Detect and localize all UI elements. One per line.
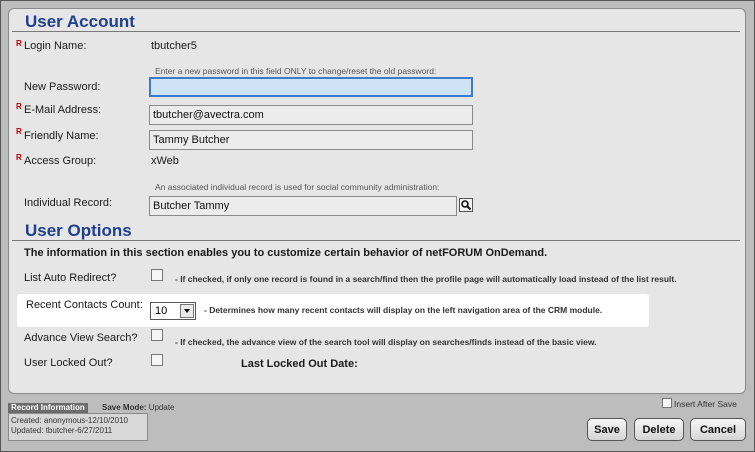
- recent-contacts-label: Recent Contacts Count:: [26, 299, 143, 311]
- save-mode-label: Save Mode:: [102, 403, 147, 412]
- user-account-title: User Account: [25, 12, 135, 31]
- section-divider: [12, 240, 740, 241]
- insert-after-save[interactable]: Insert After Save: [662, 398, 737, 409]
- save-button[interactable]: Save: [587, 418, 627, 441]
- individual-record-input[interactable]: Butcher Tammy: [149, 196, 457, 216]
- last-locked-out-label: Last Locked Out Date:: [241, 358, 358, 370]
- login-name-label: Login Name:: [24, 40, 87, 52]
- email-label: E-Mail Address:: [24, 104, 102, 116]
- required-marker: R: [16, 127, 22, 136]
- advance-view-desc: - If checked, the advance view of the se…: [175, 337, 597, 347]
- search-icon[interactable]: [459, 198, 473, 212]
- required-marker: R: [16, 153, 22, 162]
- individual-record-hint: An associated individual record is used …: [155, 182, 440, 192]
- access-group-label: Access Group:: [24, 155, 97, 167]
- save-mode-value: Update: [148, 403, 175, 412]
- friendly-name-label: Friendly Name:: [24, 130, 99, 142]
- required-marker: R: [16, 102, 22, 111]
- audit-info: Created: anonymous-12/10/2010 Updated: t…: [8, 413, 148, 441]
- user-options-title: User Options: [25, 221, 132, 240]
- insert-after-save-checkbox[interactable]: [662, 398, 672, 408]
- user-locked-out-checkbox[interactable]: [151, 354, 163, 366]
- list-auto-redirect-checkbox[interactable]: [151, 269, 163, 281]
- individual-record-label: Individual Record:: [24, 197, 113, 209]
- advance-view-checkbox[interactable]: [151, 329, 163, 341]
- new-password-label: New Password:: [24, 81, 101, 93]
- chevron-down-icon[interactable]: [180, 304, 194, 318]
- insert-after-save-label: Insert After Save: [674, 399, 737, 409]
- required-marker: R: [16, 39, 22, 48]
- advance-view-label: Advance View Search?: [24, 332, 138, 344]
- cancel-button[interactable]: Cancel: [690, 418, 746, 441]
- created-info: Created: anonymous-12/10/2010: [11, 416, 128, 425]
- delete-button[interactable]: Delete: [634, 418, 684, 441]
- user-locked-out-label: User Locked Out?: [24, 357, 113, 369]
- recent-contacts-value: 10: [155, 305, 168, 317]
- email-input[interactable]: tbutcher@avectra.com: [149, 105, 473, 125]
- recent-contacts-desc: - Determines how many recent contacts wi…: [204, 305, 603, 315]
- form-panel: User Account R Login Name: tbutcher5 Ent…: [8, 8, 746, 394]
- record-information-tab: Record Information: [8, 403, 88, 413]
- new-password-hint: Enter a new password in this field ONLY …: [155, 66, 437, 76]
- recent-contacts-select[interactable]: 10: [150, 302, 196, 320]
- user-options-intro: The information in this section enables …: [24, 247, 548, 259]
- login-name-value: tbutcher5: [151, 40, 197, 52]
- list-auto-redirect-desc: - If checked, if only one record is foun…: [175, 274, 677, 284]
- section-divider: [12, 31, 740, 32]
- updated-info: Updated: tbutcher-6/27/2011: [11, 426, 113, 435]
- list-auto-redirect-label: List Auto Redirect?: [24, 272, 117, 284]
- friendly-name-input[interactable]: Tammy Butcher: [149, 130, 473, 150]
- access-group-value: xWeb: [151, 155, 179, 167]
- save-mode: Save Mode: Update: [102, 403, 175, 413]
- new-password-input[interactable]: [149, 77, 473, 97]
